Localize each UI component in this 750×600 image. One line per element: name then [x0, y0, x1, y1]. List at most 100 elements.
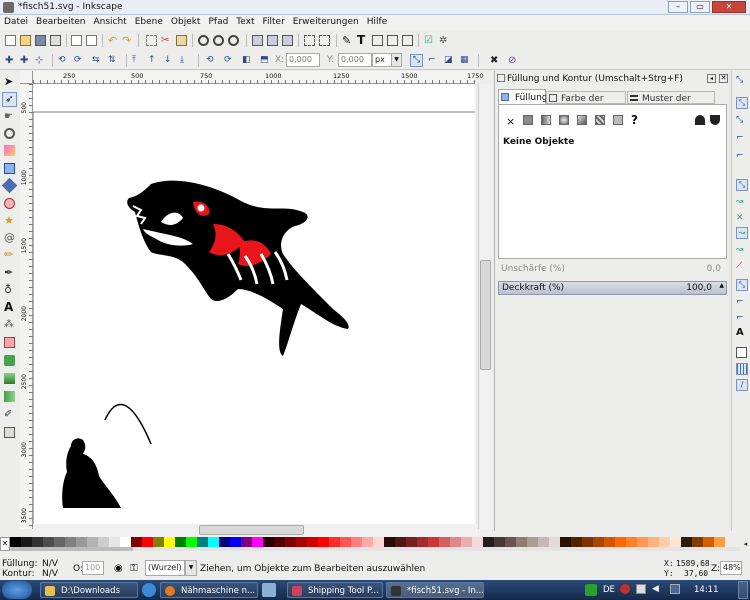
snap-nodes-icon[interactable]: ⤡ [736, 179, 748, 191]
snap-cusp-icon[interactable]: ↝ [736, 227, 748, 239]
zoom-drawing-icon[interactable] [213, 35, 224, 46]
color-swatch[interactable] [21, 537, 32, 547]
color-swatch[interactable] [450, 537, 461, 547]
color-swatch[interactable] [593, 537, 604, 547]
color-swatch[interactable] [571, 537, 582, 547]
color-swatch[interactable] [703, 537, 714, 547]
lock-layer-icon[interactable]: ⚿ [130, 563, 141, 574]
raise-icon[interactable]: ↑ [148, 55, 159, 66]
spray-tool-icon[interactable]: ⁂ [4, 319, 15, 330]
color-swatch[interactable] [10, 537, 21, 547]
task-firefox[interactable]: Nähmaschine n... [160, 582, 258, 598]
new-document-icon[interactable] [5, 35, 16, 46]
pen-tool-icon[interactable]: ✒ [4, 267, 15, 278]
snap-intersection-icon[interactable]: ✕ [736, 213, 747, 224]
linear-gradient-button[interactable] [541, 115, 551, 125]
mesh-tool-icon[interactable] [4, 391, 15, 402]
color-swatch[interactable] [681, 537, 692, 547]
opacity-status-field[interactable]: 100 [82, 561, 104, 575]
raise-to-top-icon[interactable]: ⤒ [132, 55, 143, 66]
pattern-button[interactable] [595, 115, 605, 125]
color-swatch[interactable] [692, 537, 703, 547]
snap-bbox-icon[interactable]: ⊘ [508, 55, 519, 66]
gradient-tool-icon[interactable] [4, 373, 15, 384]
snap-smooth-icon[interactable]: ↝ [736, 245, 747, 256]
eraser-tool-icon[interactable] [4, 337, 15, 348]
color-swatch[interactable] [637, 537, 648, 547]
duplicate-icon[interactable] [252, 35, 263, 46]
blur-row[interactable]: Unschärfe (%) 0,0 [498, 262, 727, 276]
color-swatch[interactable] [417, 537, 428, 547]
language-indicator[interactable]: DE [603, 585, 615, 595]
lower-to-bottom-icon[interactable]: ⤓ [180, 55, 191, 66]
spiral-tool-icon[interactable]: @ [4, 232, 15, 243]
rotate-cw-icon[interactable]: ⟳ [74, 55, 85, 66]
snap-text-baseline-icon[interactable]: A [736, 327, 747, 338]
ungroup-icon[interactable] [319, 35, 330, 46]
horizontal-scrollbar[interactable] [33, 524, 478, 537]
tray-app-icon[interactable] [585, 584, 597, 596]
group-icon[interactable] [304, 35, 315, 46]
task-inkscape[interactable]: *fisch51.svg - In... [386, 582, 484, 598]
color-swatch[interactable] [98, 537, 109, 547]
color-swatch[interactable] [516, 537, 527, 547]
unset-paint-button[interactable]: ? [631, 113, 638, 127]
object-rotate-90-icon[interactable]: ⟲ [206, 55, 217, 66]
color-swatch[interactable] [384, 537, 395, 547]
color-swatch[interactable] [318, 537, 329, 547]
color-swatch[interactable] [65, 537, 76, 547]
drawing-canvas[interactable] [32, 84, 475, 529]
snap-path-icon[interactable]: ↝ [736, 197, 747, 208]
layer-select[interactable]: (Wurzel) [145, 560, 185, 576]
palette-scroll-thumb[interactable] [10, 547, 133, 551]
snap-rotation-center-icon[interactable]: ⌐ [736, 313, 747, 324]
menu-hilfe[interactable]: Hilfe [363, 15, 391, 27]
no-color-swatch[interactable]: ✕ [0, 537, 10, 551]
tab-stroke-paint[interactable]: Farbe der Kontur [546, 91, 626, 114]
clock[interactable]: 14:11 [694, 585, 719, 595]
color-swatch[interactable] [109, 537, 120, 547]
text-tool-icon[interactable]: A [4, 301, 15, 313]
maximize-button[interactable]: ▭ [690, 1, 710, 13]
color-swatch[interactable] [494, 537, 505, 547]
color-swatch[interactable] [439, 537, 450, 547]
color-swatch[interactable] [472, 537, 483, 547]
node-tool-icon[interactable]: ➶ [2, 92, 17, 107]
start-button-icon[interactable] [2, 581, 32, 599]
color-swatch[interactable] [604, 537, 615, 547]
minimize-button[interactable]: – [668, 1, 688, 13]
text-font-icon[interactable]: T [357, 34, 368, 46]
dropper-tool-icon[interactable]: ✐ [4, 409, 15, 420]
color-swatch[interactable] [285, 537, 296, 547]
color-swatch[interactable] [483, 537, 494, 547]
panel-close-button[interactable]: ✕ [719, 74, 728, 83]
import-icon[interactable] [71, 35, 82, 46]
menu-filter[interactable]: Filter [259, 15, 289, 27]
color-swatch[interactable] [560, 537, 571, 547]
color-swatch[interactable] [626, 537, 637, 547]
x-field[interactable]: 0,000 [286, 53, 320, 67]
paste-icon[interactable] [176, 35, 187, 46]
color-swatch[interactable] [274, 537, 285, 547]
color-swatch[interactable] [670, 537, 681, 547]
snap-bbox-edge-icon[interactable]: ⤡ [736, 115, 747, 126]
fill-rule-nonzero-icon[interactable] [710, 115, 720, 125]
color-swatch[interactable] [43, 537, 54, 547]
color-swatch[interactable] [582, 537, 593, 547]
color-swatch[interactable] [76, 537, 87, 547]
menu-ansicht[interactable]: Ansicht [89, 15, 130, 27]
connector-tool-icon[interactable] [4, 427, 15, 438]
color-swatch[interactable] [549, 537, 560, 547]
color-swatch[interactable] [131, 537, 142, 547]
snap-bbox-midpoint-icon[interactable]: ⌐ [736, 151, 747, 162]
flat-color-button[interactable] [523, 115, 533, 125]
select-all-icon[interactable]: ✚ [5, 55, 16, 66]
tab-stroke-style[interactable]: Muster der Kontur [627, 91, 715, 114]
color-swatch[interactable] [296, 537, 307, 547]
undo-icon[interactable]: ↶ [108, 35, 119, 46]
menu-bearbeiten[interactable]: Bearbeiten [32, 15, 89, 27]
color-swatch[interactable] [362, 537, 373, 547]
panel-iconify-button[interactable]: ◂ [707, 74, 716, 83]
color-swatch[interactable] [186, 537, 197, 547]
color-swatch[interactable] [373, 537, 384, 547]
